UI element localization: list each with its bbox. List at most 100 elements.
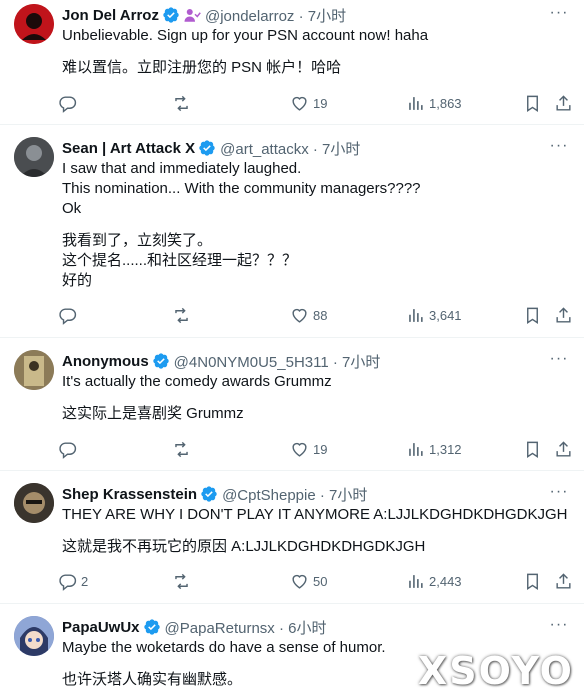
- heart-icon: [292, 442, 307, 457]
- retweet-button[interactable]: [172, 91, 191, 115]
- display-name[interactable]: Shep Krassenstein: [62, 486, 197, 503]
- views-icon: [409, 308, 423, 322]
- action-bar: 19 1,312: [58, 437, 572, 461]
- like-count: 19: [313, 95, 328, 111]
- view-count: 3,641: [429, 307, 462, 323]
- more-options-icon[interactable]: ···: [546, 4, 572, 26]
- tweet-text: Unbelievable. Sign up for your PSN accou…: [62, 26, 570, 78]
- reply-button[interactable]: [58, 91, 81, 115]
- reply-icon: [59, 573, 77, 591]
- more-options-icon[interactable]: ···: [546, 137, 572, 159]
- reply-button[interactable]: 2: [58, 569, 88, 593]
- bookmark-icon: [527, 307, 538, 324]
- display-name[interactable]: Jon Del Arroz: [62, 7, 159, 24]
- translation-line: 我看到了，立刻笑了。: [62, 232, 213, 249]
- avatar[interactable]: [14, 350, 54, 390]
- views-button[interactable]: 2,443: [406, 569, 462, 593]
- like-count: 19: [313, 441, 328, 457]
- translation-line: 这个提名......和社区经理一起？？？: [62, 252, 298, 269]
- bookmark-button[interactable]: [523, 91, 542, 115]
- translation-line: 这实际上是喜剧奖 Grummz: [62, 405, 244, 422]
- more-options-icon[interactable]: ···: [546, 350, 572, 372]
- handle-time[interactable]: @PapaReturnsx · 6小时: [165, 617, 327, 638]
- tweet-header: Jon Del Arroz @jondelarroz · 7小时: [62, 4, 540, 26]
- view-count: 1,863: [429, 95, 462, 111]
- retweet-button[interactable]: [172, 569, 191, 593]
- views-icon: [409, 442, 423, 456]
- bookmark-button[interactable]: [523, 437, 542, 461]
- action-bar: 2 50 2,443: [58, 569, 572, 593]
- tweet-text: THEY ARE WHY I DON'T PLAY IT ANYMORE A:L…: [62, 505, 570, 557]
- like-button[interactable]: 88: [290, 303, 327, 327]
- display-name[interactable]: Sean | Art Attack X: [62, 140, 195, 157]
- share-icon: [556, 306, 571, 323]
- reply-tweet[interactable]: Anonymous @4N0NYM0U5_5H311 · 7小时 ··· It'…: [0, 338, 584, 471]
- more-options-icon[interactable]: ···: [546, 616, 572, 638]
- retweet-icon: [175, 307, 188, 323]
- verified-badge-icon: [163, 7, 179, 23]
- avatar[interactable]: [14, 483, 54, 523]
- tweet-header: Anonymous @4N0NYM0U5_5H311 · 7小时: [62, 350, 540, 372]
- views-button[interactable]: 3,641: [406, 303, 462, 327]
- tweet-line: Ok: [62, 200, 82, 217]
- views-icon: [409, 574, 423, 588]
- share-button[interactable]: [554, 303, 573, 327]
- avatar[interactable]: [14, 137, 54, 177]
- share-button[interactable]: [554, 569, 573, 593]
- handle-time[interactable]: @jondelarroz · 7小时: [205, 5, 346, 26]
- reply-button[interactable]: [58, 303, 81, 327]
- verified-badge-icon: [199, 140, 215, 156]
- share-icon: [556, 440, 571, 457]
- reply-tweet[interactable]: Jon Del Arroz @jondelarroz · 7小时 ··· Unb…: [0, 0, 584, 125]
- retweet-icon: [175, 95, 188, 111]
- like-count: 50: [313, 573, 328, 589]
- views-button[interactable]: 1,312: [406, 437, 462, 461]
- tweet-text: It's actually the comedy awards Grummz 这…: [62, 372, 570, 424]
- avatar[interactable]: [14, 616, 54, 656]
- tweet-header: Sean | Art Attack X @art_attackx · 7小时: [62, 137, 540, 159]
- bookmark-button[interactable]: [523, 569, 542, 593]
- bookmark-button[interactable]: [523, 303, 542, 327]
- like-button[interactable]: 19: [290, 91, 327, 115]
- reply-tweet[interactable]: Shep Krassenstein @CptSheppie · 7小时 ··· …: [0, 471, 584, 604]
- verified-badge-icon: [201, 486, 217, 502]
- share-button[interactable]: [554, 437, 573, 461]
- views-button[interactable]: 1,863: [406, 91, 462, 115]
- view-count: 2,443: [429, 573, 462, 589]
- handle-time[interactable]: @art_attackx · 7小时: [220, 138, 360, 159]
- display-name[interactable]: Anonymous: [62, 353, 149, 370]
- reply-button[interactable]: [58, 437, 81, 461]
- bookmark-icon: [527, 573, 538, 590]
- more-options-icon[interactable]: ···: [546, 483, 572, 505]
- tweet-line: Unbelievable. Sign up for your PSN accou…: [62, 27, 429, 44]
- bookmark-icon: [527, 95, 538, 112]
- tweet-line: I saw that and immediately laughed.: [62, 160, 302, 177]
- reply-icon: [59, 441, 77, 459]
- translation-line: 难以置信。立即注册您的 PSN 帐户！哈哈: [62, 59, 342, 76]
- reply-icon: [59, 95, 77, 113]
- avatar[interactable]: [14, 4, 54, 44]
- retweet-button[interactable]: [172, 303, 191, 327]
- tweet-line: This nomination... With the community ma…: [62, 180, 421, 197]
- handle-time[interactable]: @4N0NYM0U5_5H311 · 7小时: [174, 351, 381, 372]
- reply-tweet[interactable]: Sean | Art Attack X @art_attackx · 7小时 ·…: [0, 125, 584, 338]
- display-name[interactable]: PapaUwUx: [62, 619, 140, 636]
- retweet-icon: [175, 573, 188, 589]
- handle-time[interactable]: @CptSheppie · 7小时: [222, 484, 367, 505]
- reply-icon: [59, 307, 77, 325]
- share-button[interactable]: [554, 91, 573, 115]
- affiliate-badge-icon: [184, 9, 201, 22]
- views-icon: [409, 96, 423, 110]
- tweet-text: I saw that and immediately laughed. This…: [62, 159, 570, 291]
- share-icon: [556, 94, 571, 111]
- verified-badge-icon: [152, 353, 169, 369]
- tweet-header: PapaUwUx @PapaReturnsx · 6小时: [62, 616, 540, 638]
- verified-badge-icon: [143, 619, 160, 635]
- like-button[interactable]: 50: [290, 569, 327, 593]
- like-button[interactable]: 19: [290, 437, 327, 461]
- tweet-line: THEY ARE WHY I DON'T PLAY IT ANYMORE A:L…: [62, 506, 568, 523]
- retweet-button[interactable]: [172, 437, 191, 461]
- tweet-header: Shep Krassenstein @CptSheppie · 7小时: [62, 483, 540, 505]
- translation-line: 好的: [62, 272, 93, 289]
- like-count: 88: [313, 307, 328, 323]
